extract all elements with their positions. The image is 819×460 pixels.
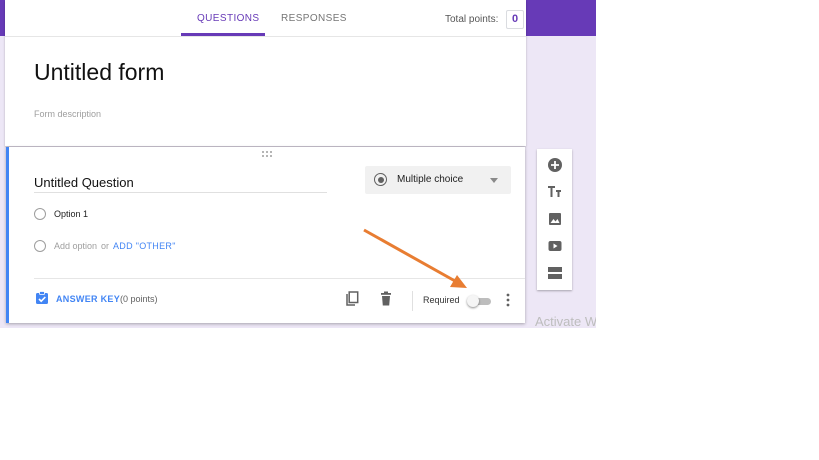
question-card[interactable]: Untitled Question Multiple choice Option… [6, 147, 525, 323]
required-toggle[interactable] [467, 295, 492, 307]
tab-responses[interactable]: RESPONSES [281, 13, 347, 24]
side-toolbar [537, 149, 572, 290]
add-option-link[interactable]: Add option [54, 241, 97, 251]
total-points-input[interactable]: 0 [506, 10, 524, 29]
active-tab-indicator [181, 33, 265, 36]
more-options-icon[interactable] [505, 293, 511, 307]
add-title-icon[interactable] [545, 182, 565, 202]
footer-divider [34, 278, 525, 279]
question-title-input[interactable]: Untitled Question [34, 175, 134, 190]
form-header-card: QUESTIONS RESPONSES Total points: 0 Unti… [5, 0, 526, 146]
question-type-label: Multiple choice [397, 174, 464, 185]
drag-handle-icon[interactable] [261, 150, 275, 158]
add-section-icon[interactable] [545, 263, 565, 283]
duplicate-icon[interactable] [345, 291, 359, 307]
add-video-icon[interactable] [545, 236, 565, 256]
toggle-thumb [467, 295, 479, 307]
option-1-input[interactable]: Option 1 [54, 209, 88, 219]
question-title-underline [34, 192, 327, 193]
add-option-radio-icon [34, 240, 46, 252]
add-question-icon[interactable] [545, 155, 565, 175]
answer-key-icon[interactable] [35, 291, 49, 305]
required-label: Required [423, 295, 460, 305]
tab-questions[interactable]: QUESTIONS [197, 13, 260, 24]
form-title[interactable]: Untitled form [34, 59, 164, 86]
add-image-icon[interactable] [545, 209, 565, 229]
form-description-field[interactable]: Form description [34, 109, 101, 119]
tab-bar: QUESTIONS RESPONSES Total points: 0 [5, 0, 526, 37]
or-separator: or [101, 241, 110, 251]
chevron-down-icon [490, 178, 498, 183]
question-type-dropdown[interactable]: Multiple choice [365, 166, 511, 194]
option-radio-icon [34, 208, 46, 220]
points-label: (0 points) [120, 294, 158, 304]
activate-windows-watermark: Activate Windows [535, 314, 596, 329]
total-points-label: Total points: [445, 14, 499, 25]
add-other-link[interactable]: ADD "OTHER" [113, 241, 176, 251]
answer-key-button[interactable]: ANSWER KEY [56, 294, 120, 304]
footer-vertical-divider [412, 291, 413, 311]
delete-icon[interactable] [379, 291, 393, 307]
radio-button-icon [374, 173, 387, 186]
